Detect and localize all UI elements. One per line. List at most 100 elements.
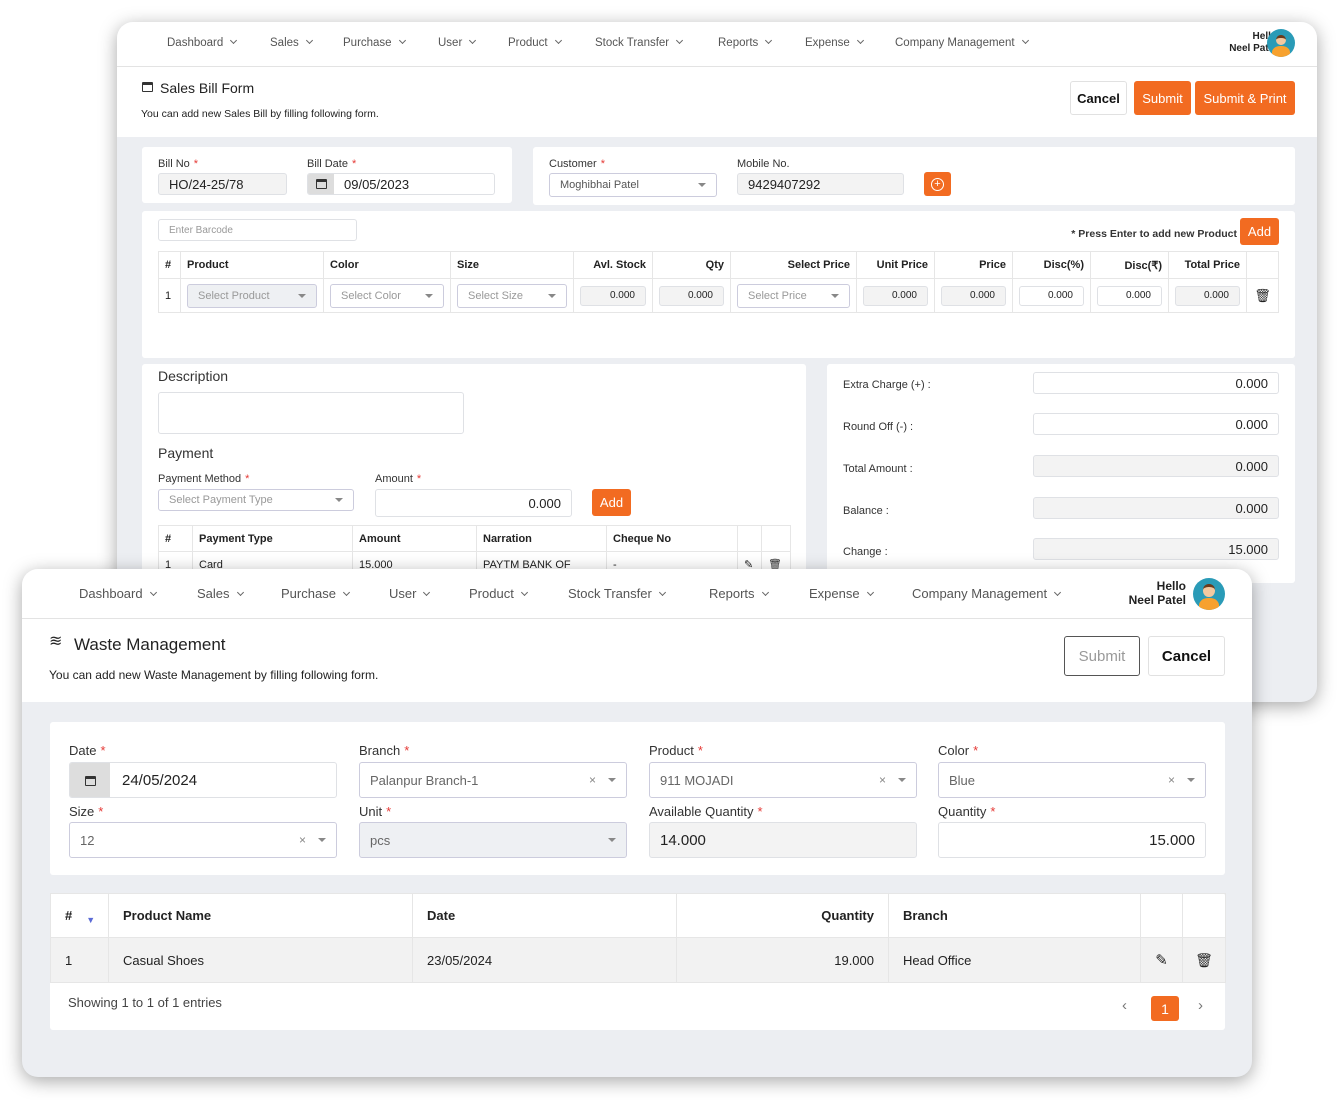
nav-expense[interactable]: Expense [805,36,864,49]
label-text: Quantity [938,804,987,819]
nav-purchase[interactable]: Purchase [281,586,350,601]
unit-price-cell: 0.000 [856,278,935,313]
avatar[interactable] [1267,29,1295,57]
round-off-input[interactable]: 0.000 [1033,413,1279,435]
balance-input: 0.000 [1033,497,1279,519]
nav-product[interactable]: Product [508,36,562,49]
calendar-button[interactable] [308,174,334,194]
col-quantity[interactable]: Quantity [676,893,889,938]
total-input[interactable]: 0.000 [1175,285,1240,306]
prev-page-button[interactable]: ‹ [1122,997,1127,1014]
mobile-label: Mobile No. [737,158,790,170]
col-date[interactable]: Date [412,893,677,938]
avatar[interactable] [1193,578,1225,610]
submit-button[interactable]: Submit [1134,81,1191,115]
nav-dashboard[interactable]: Dashboard [79,586,157,601]
clear-icon[interactable]: × [879,773,886,787]
delete-button[interactable]: 🗑 [1182,937,1226,983]
nav-sales[interactable]: Sales [197,586,244,601]
price-input[interactable]: 0.000 [941,285,1006,306]
col-narration[interactable]: Narration [476,525,607,552]
payment-method-select[interactable]: Select Payment Type [158,489,354,511]
avl-stock-cell: 0.000 [573,278,653,313]
col-cheque-no[interactable]: Cheque No [606,525,738,552]
required-mark: * [386,804,392,819]
edit-button[interactable]: ✎ [1140,937,1183,983]
page-1-button[interactable]: 1 [1151,996,1179,1021]
disc-amt-input[interactable]: 0.000 [1097,285,1162,306]
nav-dashboard[interactable]: Dashboard [167,36,238,49]
top-nav: Dashboard Sales Purchase User Product St… [22,569,1252,619]
disc-pct-input[interactable]: 0.000 [1019,285,1084,306]
clear-icon[interactable]: × [299,833,306,847]
plus-circle-icon: + [931,177,944,191]
caret-down-icon [608,838,616,842]
product-select[interactable]: 911 MOJADI × [649,762,917,798]
avl-stock-input[interactable]: 0.000 [580,285,646,306]
color-value: Blue [949,772,976,788]
nav-expense[interactable]: Expense [809,586,874,601]
user-greeting[interactable]: Hello Neel Patel [1129,579,1186,608]
submit-button[interactable]: Submit [1064,636,1140,676]
clear-icon[interactable]: × [1168,773,1175,787]
quantity-label: Quantity * [938,804,995,819]
barcode-input[interactable]: Enter Barcode [158,219,357,241]
nav-stock-transfer[interactable]: Stock Transfer [595,36,684,49]
col-branch[interactable]: Branch [888,893,1141,938]
clear-icon[interactable]: × [589,773,596,787]
bill-no-input[interactable]: HO/24-25/78 [158,173,287,195]
nav-reports[interactable]: Reports [709,586,769,601]
next-page-button[interactable]: › [1198,997,1203,1014]
product-cell: Select Product [180,278,324,313]
nav-label: User [389,586,417,601]
date-input[interactable]: 24/05/2024 [69,762,337,798]
nav-sales[interactable]: Sales [270,36,313,49]
size-select[interactable]: Select Size [457,283,567,308]
bill-date-label: Bill Date * [307,158,356,170]
mobile-input[interactable]: 9429407292 [737,173,904,195]
description-textarea[interactable] [158,392,464,434]
size-select[interactable]: 12 × [69,822,337,858]
submit-print-button[interactable]: Submit & Print [1195,81,1295,115]
unit-price-input[interactable]: 0.000 [863,285,928,306]
nav-reports[interactable]: Reports [718,36,773,49]
color-cell: Select Color [323,278,451,313]
nav-company-management[interactable]: Company Management [895,36,1029,49]
cancel-button[interactable]: Cancel [1070,81,1127,115]
col-index[interactable]: # [158,525,193,552]
amount-input[interactable]: 0.000 [375,489,572,517]
qty-input[interactable]: 0.000 [659,285,724,306]
avatar-head [1275,34,1287,46]
customer-select[interactable]: Moghibhai Patel [549,173,717,197]
add-customer-button[interactable]: + [924,172,951,196]
add-payment-button[interactable]: Add [592,489,631,516]
branch-select[interactable]: Palanpur Branch-1 × [359,762,627,798]
branch-label: Branch * [359,743,409,758]
calendar-button[interactable] [70,763,110,797]
nav-company-management[interactable]: Company Management [912,586,1062,601]
col-amount[interactable]: Amount [352,525,477,552]
price-cell: 0.000 [934,278,1013,313]
caret-down-icon [335,498,343,502]
label-text: Color [938,743,970,758]
color-select[interactable]: Blue × [938,762,1206,798]
col-index[interactable]: # ▼ [50,893,109,938]
bill-date-input[interactable]: 09/05/2023 [307,173,495,195]
col-product-name[interactable]: Product Name [108,893,413,938]
col-payment-type[interactable]: Payment Type [192,525,353,552]
nav-user[interactable]: User [389,586,431,601]
delete-row-button[interactable]: 🗑 [1246,278,1279,313]
price-select[interactable]: Select Price [737,283,850,308]
nav-user[interactable]: User [438,36,477,49]
cancel-button[interactable]: Cancel [1148,636,1225,676]
label-text: Branch [359,743,401,758]
product-select[interactable]: Select Product [187,283,317,308]
extra-charge-input[interactable]: 0.000 [1033,372,1279,394]
quantity-input[interactable]: 15.000 [938,822,1206,858]
nav-stock-transfer[interactable]: Stock Transfer [568,586,666,601]
unit-select[interactable]: pcs [359,822,627,858]
add-product-button[interactable]: Add [1240,218,1279,245]
nav-purchase[interactable]: Purchase [343,36,406,49]
nav-product[interactable]: Product [469,586,528,601]
color-select[interactable]: Select Color [330,283,444,308]
